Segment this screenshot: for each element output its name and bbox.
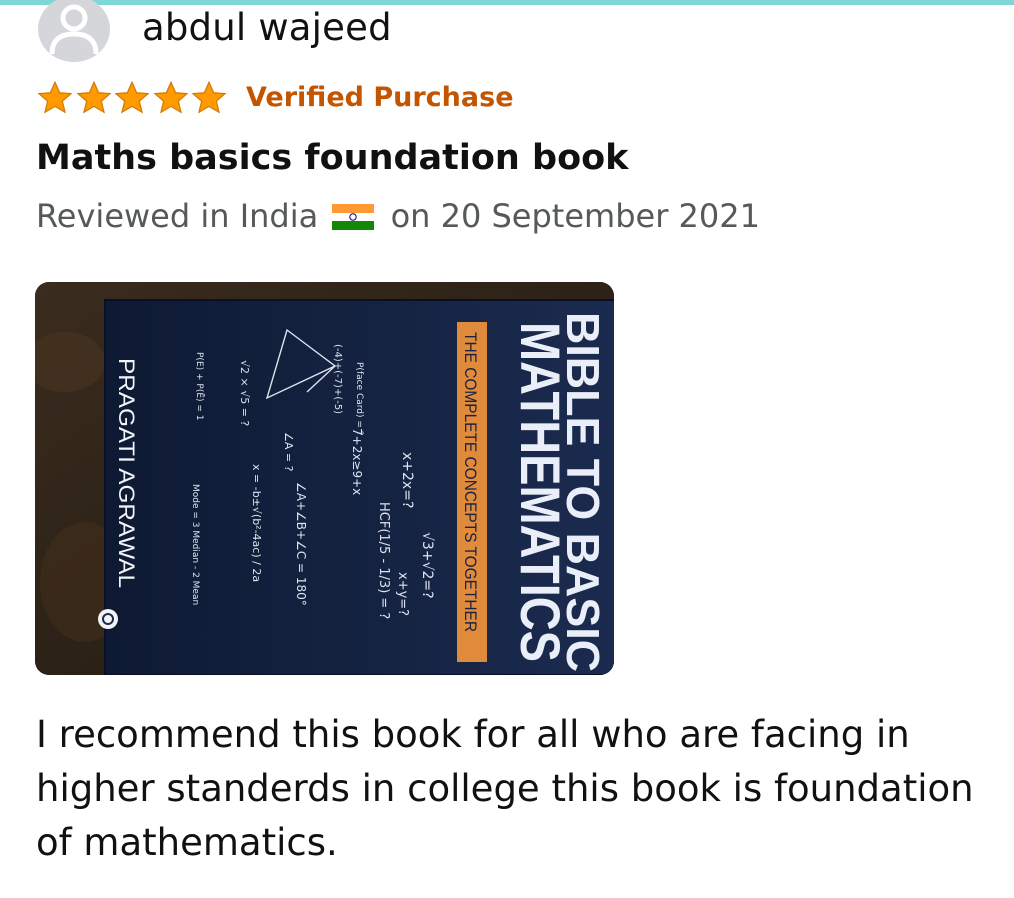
star-rating bbox=[36, 80, 229, 118]
formula: x+2x=? bbox=[399, 452, 415, 508]
book-subtitle: THE COMPLETE CONCEPTS TOGETHER bbox=[461, 332, 480, 632]
reviewed-location: Reviewed in India bbox=[36, 197, 319, 235]
star-icon bbox=[152, 80, 191, 116]
formula: P(face Card) = ? bbox=[354, 362, 364, 436]
review-photo[interactable]: MATHEMATICS BIBLE TO BASIC THE COMPLETE … bbox=[35, 282, 614, 675]
formula: P(E) + P(Ē) = 1 bbox=[194, 352, 205, 421]
formula: ∠A = ? bbox=[282, 432, 295, 472]
formula: (-4)+(-7)+(-5) bbox=[332, 344, 343, 414]
review-date: on 20 September 2021 bbox=[390, 197, 760, 235]
book-author: PRAGATI AGRAWAL bbox=[114, 358, 139, 588]
india-flag-icon bbox=[332, 200, 375, 230]
star-icon bbox=[113, 80, 152, 116]
formula: x+y=? bbox=[395, 572, 410, 616]
avatar[interactable] bbox=[38, 0, 110, 62]
formula: ∠A+∠B+∠C = 180° bbox=[294, 482, 308, 606]
star-icon bbox=[75, 80, 114, 116]
formula: Mode = 3 Median - 2 Mean bbox=[190, 484, 200, 605]
publisher-logo-icon bbox=[98, 609, 118, 629]
book-title-line1: BIBLE TO BASIC bbox=[557, 312, 609, 672]
verified-purchase-badge: Verified Purchase bbox=[246, 82, 514, 113]
formula: 7+2x≥9+x bbox=[350, 428, 364, 495]
star-icon bbox=[36, 80, 75, 116]
top-accent-bar bbox=[0, 0, 1014, 5]
formula: x = -b±√(b²-4ac) / 2a bbox=[250, 464, 263, 582]
review-title: Maths basics foundation book bbox=[36, 138, 629, 178]
person-icon bbox=[49, 4, 99, 55]
review-body: I recommend this book for all who are fa… bbox=[36, 713, 974, 864]
formula: √3+√2=? bbox=[419, 532, 435, 599]
reviewer-name[interactable]: abdul wajeed bbox=[142, 6, 392, 49]
review-meta: Reviewed in India on 20 September 2021 bbox=[36, 197, 760, 235]
formula: √2 × √5 = ? bbox=[238, 360, 251, 426]
formula: HCF(1/5 - 1/3) = ? bbox=[376, 502, 391, 619]
star-icon bbox=[190, 80, 229, 116]
